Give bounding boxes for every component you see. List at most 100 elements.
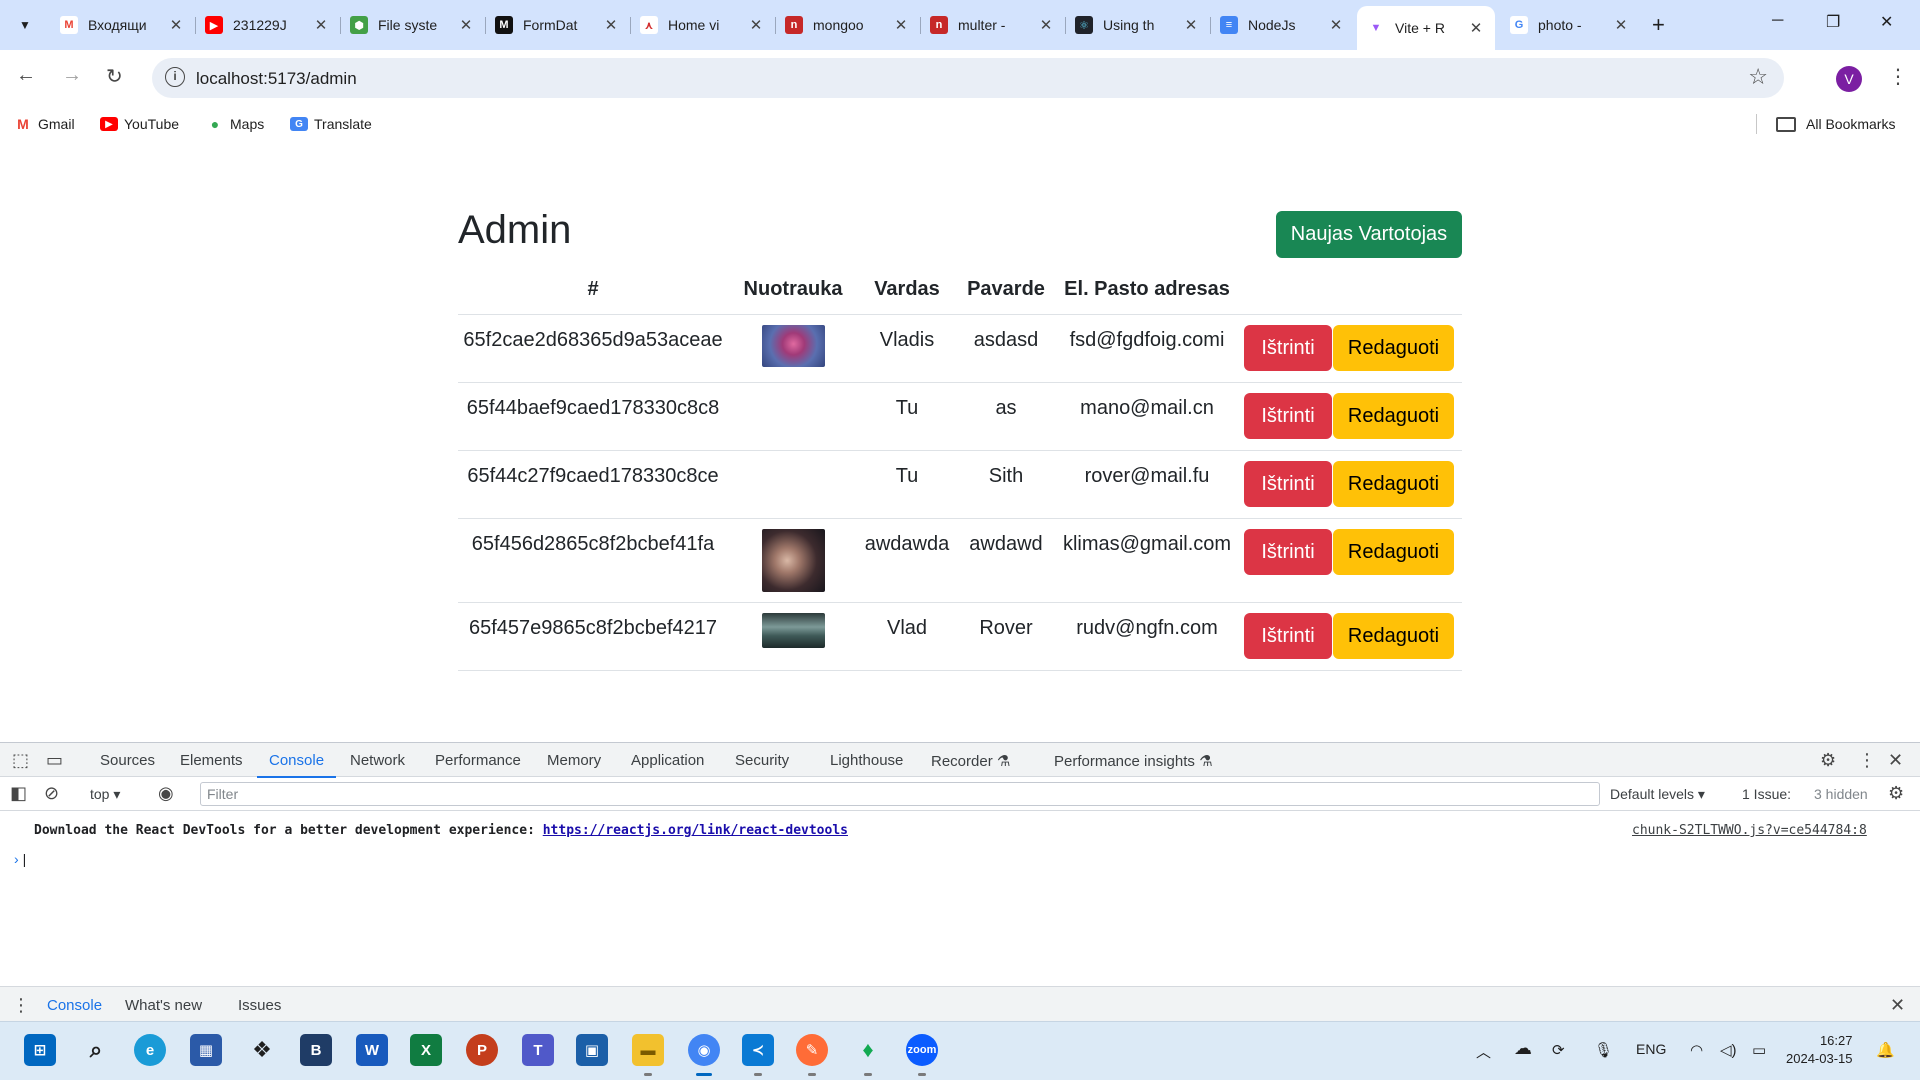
close-tab-icon[interactable]: ✕: [1327, 16, 1345, 34]
devtools-tab-recorder[interactable]: Recorder ⚗: [931, 752, 1010, 770]
teams-icon[interactable]: T: [522, 1034, 554, 1066]
profile-avatar[interactable]: V: [1836, 66, 1862, 92]
close-tab-icon[interactable]: ✕: [892, 16, 910, 34]
windows-start-icon[interactable]: ⊞: [24, 1034, 56, 1066]
forward-icon[interactable]: →: [62, 64, 82, 87]
microphone-icon[interactable]: 🎙: [1594, 1041, 1613, 1059]
drawer-tab-whats-new[interactable]: What's new: [125, 997, 202, 1014]
edge-icon[interactable]: e: [134, 1034, 166, 1066]
devtools-tab-lighthouse[interactable]: Lighthouse: [830, 752, 903, 769]
dropbox-icon[interactable]: ❖: [246, 1034, 278, 1066]
react-devtools-link[interactable]: https://reactjs.org/link/react-devtools: [543, 823, 848, 838]
wifi-icon[interactable]: ◠: [1690, 1041, 1703, 1059]
file-explorer-icon[interactable]: ▬: [632, 1034, 664, 1066]
taskbar-clock[interactable]: 16:27 2024-03-15: [1786, 1032, 1853, 1068]
tab-mongoose[interactable]: n mongoo ✕: [775, 8, 921, 42]
battery-icon[interactable]: ▭: [1752, 1041, 1766, 1059]
delete-button[interactable]: Ištrinti: [1244, 612, 1332, 659]
site-info-icon[interactable]: i: [165, 67, 185, 87]
devtools-tab-sources[interactable]: Sources: [100, 752, 155, 769]
close-devtools-icon[interactable]: ✕: [1888, 750, 1903, 771]
chrome-icon[interactable]: ◉: [688, 1034, 720, 1066]
tab-vite-react[interactable]: ▼ Vite + R ✕: [1357, 6, 1495, 50]
sync-icon[interactable]: ⟳: [1552, 1041, 1565, 1059]
close-tab-icon[interactable]: ✕: [457, 16, 475, 34]
tab-multer[interactable]: n multer - ✕: [920, 8, 1066, 42]
address-bar[interactable]: i localhost:5173/admin ☆: [152, 58, 1784, 98]
edit-button[interactable]: Redaguoti: [1333, 324, 1454, 371]
sidebar-toggle-icon[interactable]: ◧: [10, 783, 27, 804]
console-message-source[interactable]: chunk-S2TLTWWO.js?v=ce544784:8: [1632, 823, 1867, 838]
postman-icon[interactable]: ✎: [796, 1034, 828, 1066]
restore-icon[interactable]: ❐: [1826, 12, 1840, 32]
devtools-menu-icon[interactable]: ⋮: [1858, 750, 1876, 771]
tab-formdata[interactable]: M FormDat ✕: [485, 8, 631, 42]
edit-button[interactable]: Redaguoti: [1333, 460, 1454, 507]
close-tab-icon[interactable]: ✕: [1467, 19, 1485, 37]
word-icon[interactable]: W: [356, 1034, 388, 1066]
delete-button[interactable]: Ištrinti: [1244, 528, 1332, 575]
devtools-tab-network[interactable]: Network: [350, 752, 405, 769]
bookmark-maps[interactable]: ● Maps: [206, 116, 264, 132]
zoom-icon[interactable]: zoom: [906, 1034, 938, 1066]
all-bookmarks-button[interactable]: All Bookmarks: [1776, 116, 1895, 132]
devtools-tab-performance[interactable]: Performance: [435, 752, 521, 769]
devtools-tab-elements[interactable]: Elements: [180, 752, 243, 769]
new-user-button[interactable]: Naujas Vartotojas: [1276, 211, 1462, 258]
devtools-tab-security[interactable]: Security: [735, 752, 789, 769]
delete-button[interactable]: Ištrinti: [1244, 460, 1332, 507]
close-drawer-icon[interactable]: ✕: [1890, 995, 1905, 1016]
edit-button[interactable]: Redaguoti: [1333, 612, 1454, 659]
tab-nodejs-doc[interactable]: ≡ NodeJs ✕: [1210, 8, 1355, 42]
chrome-menu-icon[interactable]: ⋮: [1888, 64, 1908, 89]
drawer-tab-issues[interactable]: Issues: [238, 997, 281, 1014]
context-selector[interactable]: top ▾: [90, 786, 120, 803]
issues-count[interactable]: 1 Issue:: [1742, 786, 1791, 802]
onedrive-cloud-icon[interactable]: ☁: [1514, 1038, 1532, 1059]
settings-gear-icon[interactable]: ⚙: [1820, 750, 1836, 771]
tab-photo-search[interactable]: G photo - ✕: [1500, 8, 1640, 42]
close-tab-icon[interactable]: ✕: [1182, 16, 1200, 34]
clear-console-icon[interactable]: ⊘: [44, 783, 59, 804]
console-settings-icon[interactable]: ⚙: [1888, 783, 1904, 804]
search-icon[interactable]: ⌕: [80, 1034, 112, 1066]
close-tab-icon[interactable]: ✕: [312, 16, 330, 34]
devtools-tab-console[interactable]: Console: [256, 752, 337, 778]
drawer-tab-console[interactable]: Console: [36, 997, 113, 1024]
tab-file-system[interactable]: ⬢ File syste ✕: [340, 8, 486, 42]
close-tab-icon[interactable]: ✕: [747, 16, 765, 34]
devtools-tab-memory[interactable]: Memory: [547, 752, 601, 769]
tab-youtube[interactable]: ▶ 231229J ✕: [195, 8, 341, 42]
new-tab-button[interactable]: +: [1652, 12, 1665, 38]
tray-overflow-chevron-icon[interactable]: ︿: [1476, 1041, 1491, 1062]
mongodb-compass-icon[interactable]: ♦: [852, 1034, 884, 1066]
minimize-icon[interactable]: ─: [1772, 12, 1783, 30]
reload-icon[interactable]: ↻: [106, 64, 123, 89]
devtools-tab-performance-insights[interactable]: Performance insights ⚗: [1054, 752, 1213, 770]
bookmark-star-icon[interactable]: ☆: [1748, 64, 1768, 90]
edit-button[interactable]: Redaguoti: [1333, 392, 1454, 439]
language-indicator[interactable]: ENG: [1636, 1041, 1666, 1057]
tab-gmail[interactable]: M Входящи ✕: [50, 8, 196, 42]
inspect-element-icon[interactable]: ⬚: [12, 750, 29, 771]
drawer-menu-icon[interactable]: ⋮: [12, 995, 30, 1016]
app-window-icon[interactable]: ▣: [576, 1034, 608, 1066]
close-tab-icon[interactable]: ✕: [1037, 16, 1055, 34]
tab-search-icon[interactable]: ▼: [12, 12, 38, 38]
b-app-icon[interactable]: B: [300, 1034, 332, 1066]
back-icon[interactable]: ←: [16, 64, 36, 87]
close-tab-icon[interactable]: ✕: [167, 16, 185, 34]
delete-button[interactable]: Ištrinti: [1244, 392, 1332, 439]
console-prompt-icon[interactable]: › |: [14, 851, 26, 867]
delete-button[interactable]: Ištrinti: [1244, 324, 1332, 371]
store-icon[interactable]: ▦: [190, 1034, 222, 1066]
bookmark-youtube[interactable]: ▶ YouTube: [100, 116, 179, 132]
volume-icon[interactable]: ◁): [1720, 1041, 1737, 1059]
notifications-bell-icon[interactable]: 🔔: [1876, 1041, 1895, 1059]
excel-icon[interactable]: X: [410, 1034, 442, 1066]
edit-button[interactable]: Redaguoti: [1333, 528, 1454, 575]
close-tab-icon[interactable]: ✕: [602, 16, 620, 34]
devtools-tab-application[interactable]: Application: [631, 752, 704, 769]
live-expression-eye-icon[interactable]: ◉: [158, 783, 174, 804]
vscode-icon[interactable]: ≺: [742, 1034, 774, 1066]
